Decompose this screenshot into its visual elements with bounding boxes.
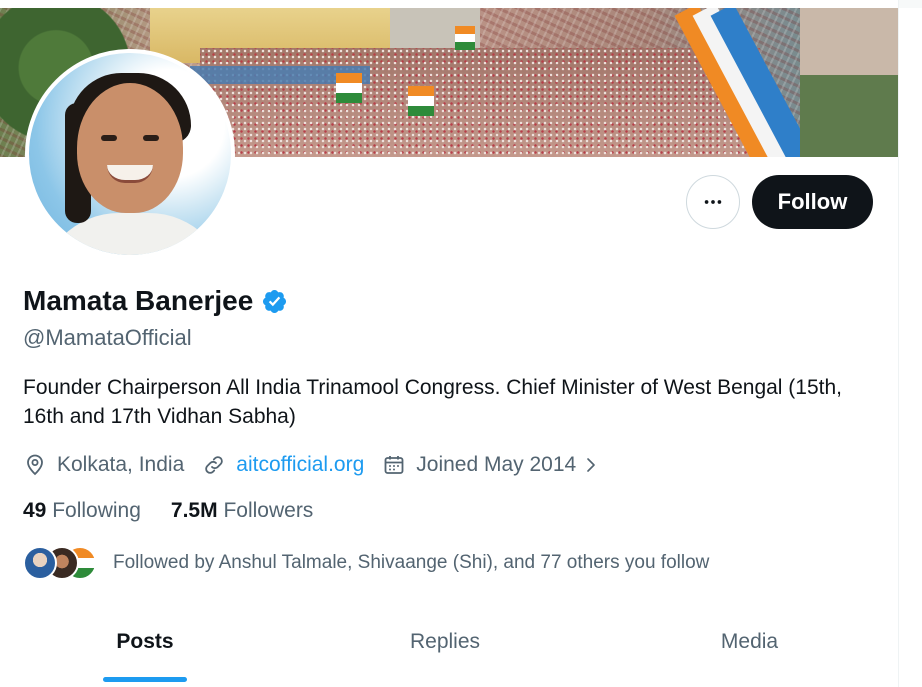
avatar-face bbox=[77, 83, 183, 213]
following-link[interactable]: 49 Following bbox=[23, 499, 141, 523]
display-name-row: Mamata Banerjee bbox=[23, 285, 288, 317]
calendar-icon bbox=[384, 456, 404, 474]
mutual-avatars bbox=[23, 546, 97, 580]
profile-meta: Kolkata, India aitcofficial.org Joined M… bbox=[23, 450, 618, 480]
link-icon bbox=[205, 456, 224, 474]
banner-flag bbox=[336, 73, 362, 103]
tab-media[interactable]: Media bbox=[600, 610, 898, 687]
tab-label: Media bbox=[720, 630, 779, 653]
verified-badge-icon[interactable] bbox=[261, 288, 288, 315]
followers-count: 7.5M bbox=[170, 499, 218, 522]
profile-joined[interactable]: Joined May 2014 bbox=[382, 453, 600, 477]
profile-page: Follow Mamata Banerjee @MamataOfficial F… bbox=[0, 0, 899, 687]
following-label: Following bbox=[52, 499, 141, 522]
profile-tabs: Posts Replies Media bbox=[0, 610, 898, 687]
joined-text: Joined May 2014 bbox=[416, 453, 577, 476]
banner-crowd bbox=[200, 48, 760, 157]
website-link[interactable]: aitcofficial.org bbox=[236, 453, 364, 477]
tab-replies[interactable]: Replies bbox=[290, 610, 600, 687]
avatar-shoulder bbox=[39, 213, 229, 255]
chevron-right-icon bbox=[587, 458, 596, 472]
banner-trees bbox=[800, 8, 898, 157]
followers-label: Followers bbox=[223, 499, 314, 522]
banner-flag bbox=[455, 26, 475, 50]
profile-avatar[interactable] bbox=[25, 49, 235, 259]
tab-label: Replies bbox=[409, 630, 481, 653]
profile-website[interactable]: aitcofficial.org bbox=[202, 453, 364, 477]
profile-handle: @MamataOfficial bbox=[23, 325, 192, 350]
avatar-eye bbox=[101, 135, 117, 141]
tab-posts[interactable]: Posts bbox=[0, 610, 290, 687]
tab-label: Posts bbox=[116, 630, 174, 653]
follow-button[interactable]: Follow bbox=[752, 175, 873, 229]
followers-link[interactable]: 7.5M Followers bbox=[171, 499, 313, 523]
follow-stats: 49 Following 7.5M Followers bbox=[23, 499, 313, 523]
profile-location: Kolkata, India bbox=[23, 453, 184, 477]
followed-by-text: Followed by Anshul Talmale, Shivaange (S… bbox=[113, 552, 710, 573]
profile-bio: Founder Chairperson All India Trinamool … bbox=[23, 376, 843, 428]
location-text: Kolkata, India bbox=[57, 453, 185, 476]
following-count: 49 bbox=[23, 499, 47, 522]
more-horizontal-icon bbox=[704, 200, 722, 204]
banner-flag bbox=[408, 86, 434, 116]
display-name: Mamata Banerjee bbox=[23, 285, 254, 316]
mutual-avatar bbox=[23, 546, 57, 580]
more-options-button[interactable] bbox=[686, 175, 740, 229]
active-tab-indicator bbox=[103, 677, 187, 682]
location-pin-icon bbox=[27, 454, 43, 476]
followed-by-row[interactable]: Followed by Anshul Talmale, Shivaange (S… bbox=[23, 546, 709, 580]
avatar-eye bbox=[143, 135, 159, 141]
